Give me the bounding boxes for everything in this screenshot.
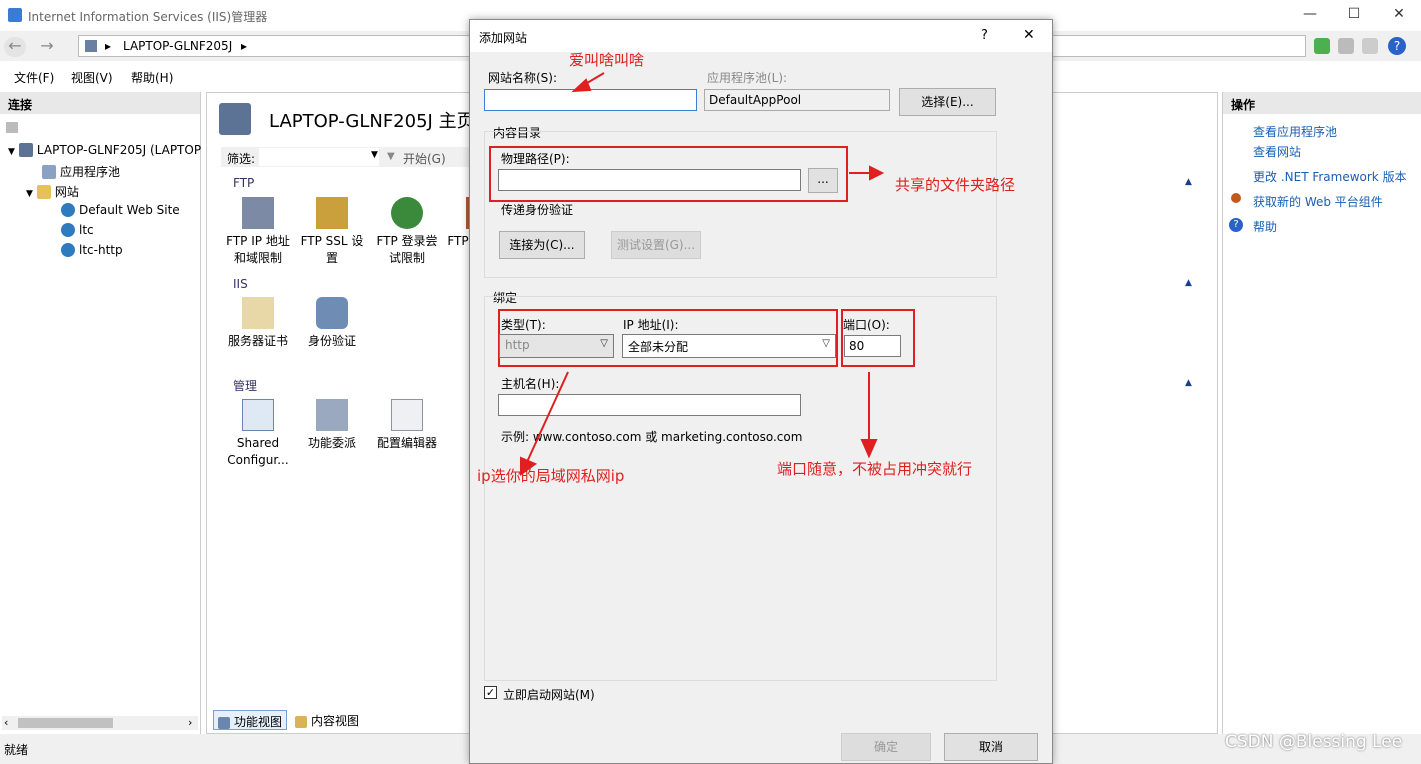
arrow-to-ip-note [526, 371, 569, 463]
annotation-arrows [520, 72, 885, 476]
arrowhead-port-note [860, 439, 878, 459]
annotation-port: 端口随意，不被占用冲突就行 [777, 460, 973, 478]
watermark: CSDN @Blessing Lee [1225, 732, 1403, 752]
arrowhead-path-note [869, 165, 885, 181]
annotation-ip: ip选你的局域网私网ip [477, 467, 625, 485]
arrowhead-site-name [571, 78, 592, 93]
annotation-path: 共享的文件夹路径 [895, 176, 1016, 194]
